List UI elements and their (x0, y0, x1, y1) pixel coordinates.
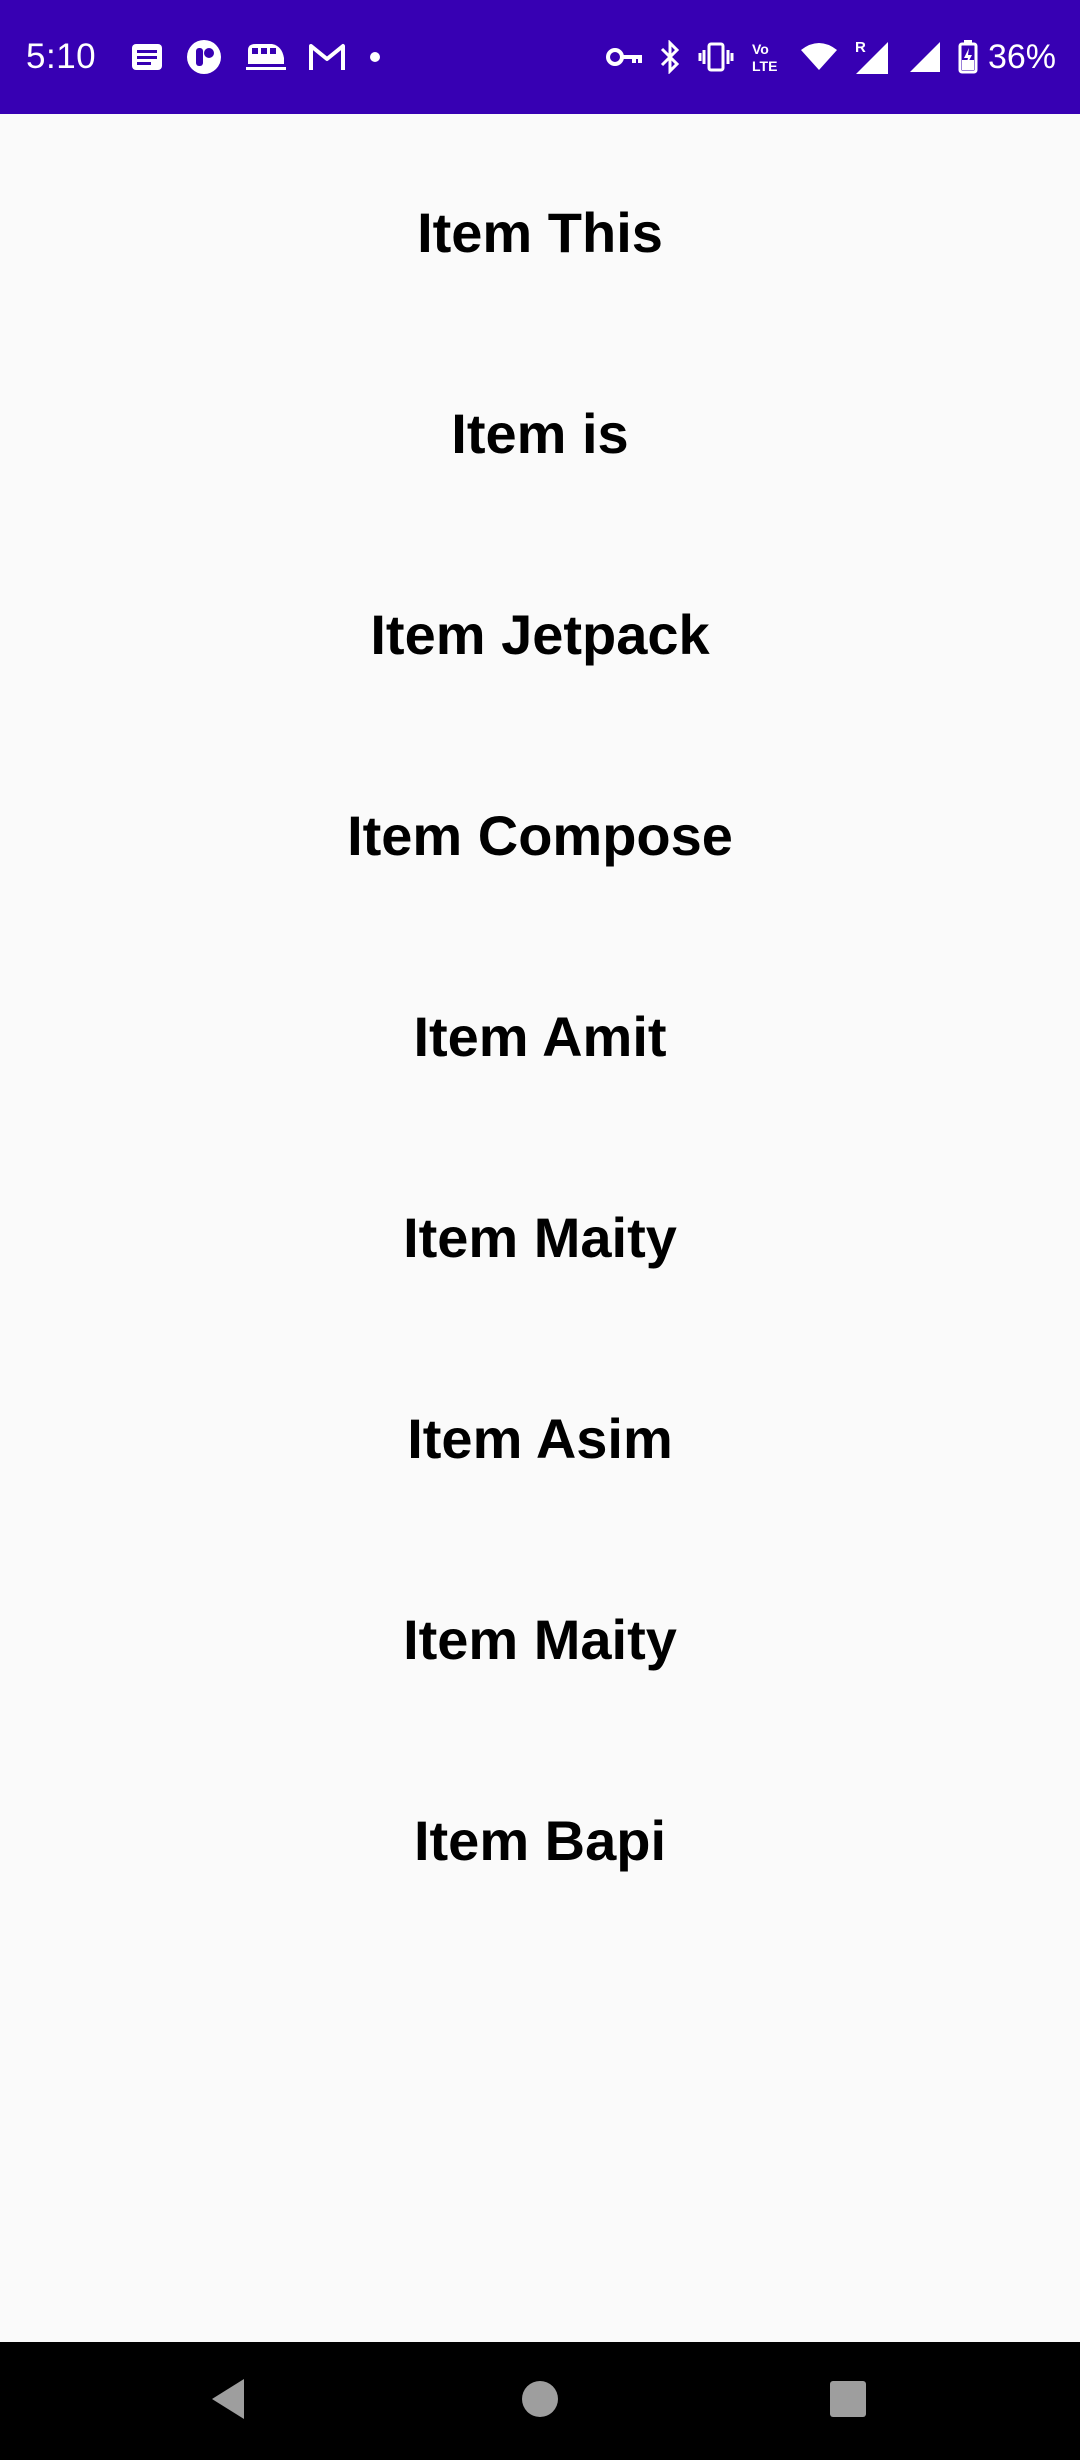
roaming-text: R (855, 39, 866, 56)
list-item: Item is (451, 402, 629, 465)
list-item: Item Bapi (413, 1809, 667, 1872)
status-bar: 5:10 Vo LTE R 36% (0, 0, 1080, 114)
vibrate-icon (698, 42, 734, 72)
gmail-icon (308, 42, 346, 72)
news-icon (130, 42, 164, 72)
list-item: Item Maity (403, 1206, 677, 1269)
list-item: Item Asim (407, 1407, 673, 1470)
key-icon (605, 45, 642, 69)
train-icon (244, 40, 287, 74)
battery-charging-icon (958, 40, 978, 74)
list-item: Item Compose (347, 804, 733, 867)
back-icon (208, 2377, 248, 2426)
app-circle-icon (186, 39, 222, 75)
navigation-bar (0, 2342, 1080, 2460)
battery-percent: 36% (987, 37, 1056, 76)
back-button[interactable] (158, 2342, 298, 2460)
recents-button[interactable] (778, 2342, 918, 2460)
status-left: 5:10 (26, 0, 382, 114)
wifi-icon (800, 42, 838, 72)
status-time: 5:10 (26, 37, 97, 76)
status-right: Vo LTE R 36% (605, 0, 1056, 114)
dot-icon (368, 50, 382, 64)
signal-icon (908, 40, 942, 74)
item-list[interactable]: Item This Item is Item Jetpack Item Comp… (0, 114, 1080, 2342)
volte-top-text: Vo (752, 41, 769, 57)
volte-bottom-text: LTE (752, 58, 777, 74)
list-item: Item This (417, 201, 663, 264)
list-item: Item Amit (413, 1005, 667, 1068)
home-button[interactable] (470, 2342, 610, 2460)
list-item: Item Jetpack (370, 603, 710, 666)
home-icon (520, 2379, 560, 2424)
signal-r-icon: R (854, 38, 892, 76)
list-item: Item Maity (403, 1608, 677, 1671)
volte-icon: Vo LTE (750, 40, 784, 74)
recents-icon (829, 2380, 867, 2423)
bluetooth-icon (658, 40, 682, 74)
